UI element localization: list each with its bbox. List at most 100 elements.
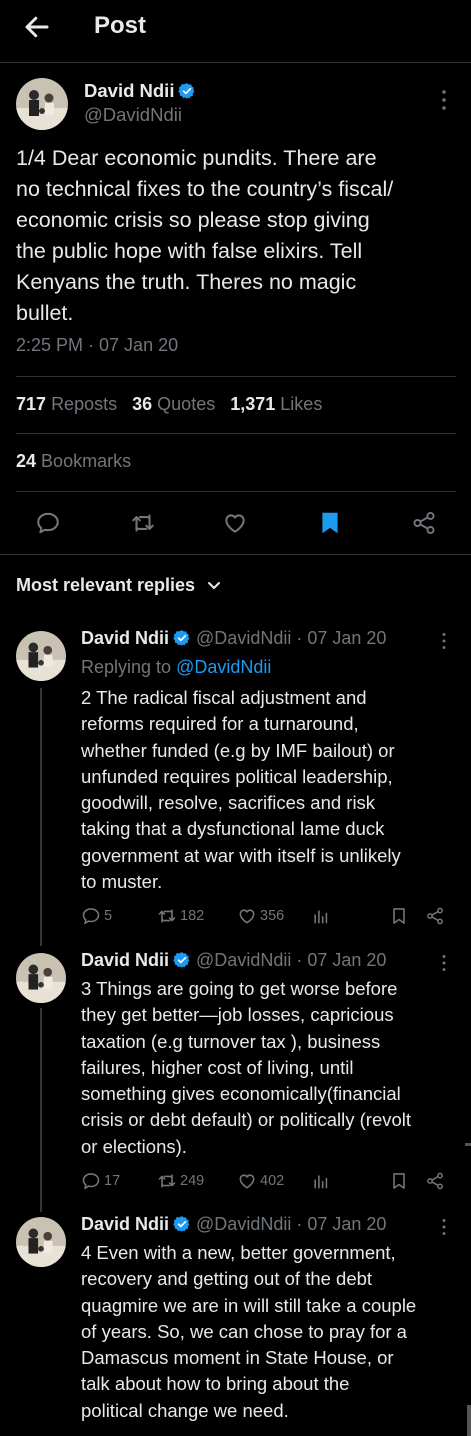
reply-author-handle[interactable]: @DavidNdii <box>196 628 291 648</box>
reply-icon[interactable] <box>35 510 61 536</box>
views-button[interactable] <box>311 1169 331 1193</box>
reply-date[interactable]: · 07 Jan 20 <box>296 1214 386 1234</box>
author-handle[interactable]: @DavidNdii <box>84 104 182 126</box>
reply-text-line: recovery and getting out of the debt <box>81 1268 373 1290</box>
reply-date[interactable]: · 07 Jan 20 <box>296 950 386 970</box>
repost-icon <box>158 909 176 923</box>
scrollbar-thumb[interactable] <box>467 1405 471 1436</box>
author-name[interactable]: David Ndii <box>84 80 174 101</box>
post-stats: 717 Reposts 36 Quotes 1,371 Likes <box>16 394 332 415</box>
reply-text-line: unfunded requires political leadership, <box>81 765 393 787</box>
reply-author-name[interactable]: David Ndii <box>81 1214 169 1234</box>
bookmark-button[interactable] <box>389 1169 409 1193</box>
reply-text: 2 The radical fiscal adjustment and refo… <box>81 685 461 895</box>
reply-button[interactable]: 5 <box>81 904 112 928</box>
reply-text-line: something gives economically(financial <box>81 1083 401 1105</box>
verified-badge-icon <box>173 952 190 968</box>
like-count: 402 <box>260 1173 285 1189</box>
post-text-line: bullet. <box>16 301 74 325</box>
avatar[interactable] <box>16 1217 66 1267</box>
reply-text-line: 3 Things are going to get worse before <box>81 978 398 999</box>
back-arrow-icon[interactable] <box>22 12 52 42</box>
like-icon[interactable] <box>222 510 248 536</box>
reply-text-line: talk about how to bring about the <box>81 1373 350 1395</box>
more-options-icon[interactable] <box>441 632 447 650</box>
reply-text-line: of years. So, we can chose to pray for a <box>81 1320 407 1342</box>
reply-text-line: failures, higher cost of living, until <box>81 1056 354 1078</box>
scrollbar-thumb[interactable] <box>465 1143 471 1146</box>
reply-text-line: political change we need. <box>81 1399 289 1421</box>
reply-header[interactable]: David Ndii @DavidNdii · 07 Jan 20 <box>81 1214 386 1235</box>
reply-author-name[interactable]: David Ndii <box>81 628 169 648</box>
reply-text-line: quagmire we are in will still take a cou… <box>81 1294 417 1316</box>
reply-author-handle[interactable]: @DavidNdii <box>196 950 291 970</box>
like-icon <box>239 909 255 924</box>
post-text-line: economic crisis so please stop giving <box>16 208 370 232</box>
quotes-count: 36 <box>132 394 153 414</box>
avatar[interactable] <box>16 78 68 130</box>
reply-count: 17 <box>104 1173 121 1189</box>
reply-text-line: 4 Even with a new, better government, <box>81 1242 396 1263</box>
post-author[interactable]: David Ndii <box>84 80 196 102</box>
reply-header[interactable]: David Ndii @DavidNdii · 07 Jan 20 <box>81 628 386 649</box>
reposts-stat[interactable]: 717 Reposts <box>16 394 127 414</box>
reply-actions: 17 249 402 <box>81 1169 451 1193</box>
repost-icon[interactable] <box>130 510 156 536</box>
share-button[interactable] <box>425 1169 445 1193</box>
verified-badge-icon <box>173 630 190 646</box>
like-icon <box>239 1174 255 1189</box>
reply-text: 3 Things are going to get worse before t… <box>81 976 461 1160</box>
more-options-icon[interactable] <box>441 1218 447 1236</box>
replying-to-handle[interactable]: @DavidNdii <box>176 657 271 677</box>
quotes-stat[interactable]: 36 Quotes <box>132 394 225 414</box>
more-options-icon[interactable] <box>441 954 447 972</box>
divider <box>0 554 471 555</box>
post-text-line: no technical fixes to the country’s fisc… <box>16 177 394 201</box>
chevron-down-icon <box>208 582 221 589</box>
avatar[interactable] <box>16 631 66 681</box>
divider <box>16 491 456 492</box>
avatar[interactable] <box>16 953 66 1003</box>
share-icon <box>427 1172 443 1190</box>
divider <box>0 62 471 63</box>
replies-sort-dropdown[interactable]: Most relevant replies <box>16 575 222 596</box>
reposts-count: 717 <box>16 394 47 414</box>
reply-author-name[interactable]: David Ndii <box>81 950 169 970</box>
like-button[interactable]: 356 <box>237 904 284 928</box>
like-button[interactable]: 402 <box>237 1169 284 1193</box>
reposts-label: Reposts <box>51 394 118 414</box>
post-text-line: Kenyans the truth. Theres no magic <box>16 270 357 294</box>
more-options-icon[interactable] <box>441 89 447 111</box>
repost-button[interactable]: 249 <box>157 1169 204 1193</box>
reply-author-handle[interactable]: @DavidNdii <box>196 1214 291 1234</box>
bookmark-icon[interactable] <box>317 510 343 536</box>
reply-date[interactable]: · 07 Jan 20 <box>296 628 386 648</box>
post-timestamp[interactable]: 2:25 PM · 07 Jan 20 <box>16 335 178 356</box>
reply-text-line: whether funded (e.g by IMF bailout) or <box>81 739 395 761</box>
share-icon <box>427 907 443 925</box>
reply-header[interactable]: David Ndii @DavidNdii · 07 Jan 20 <box>81 950 386 971</box>
reply-text-line: goodwill, resolve, sacrifices and risk <box>81 792 376 814</box>
share-button[interactable] <box>425 904 445 928</box>
thread-line <box>40 688 42 946</box>
reply-text-line: government at war with itself is unlikel… <box>81 844 401 866</box>
likes-stat[interactable]: 1,371 Likes <box>230 394 332 414</box>
bookmarks-label: Bookmarks <box>41 451 132 471</box>
reply-text-line: crisis or debt default) or politically (… <box>81 1109 412 1131</box>
reply-text-line: taxation (e.g turnover tax ), business <box>81 1030 381 1052</box>
post-text-line: 1/4 Dear economic pundits. There are <box>16 146 377 170</box>
like-count: 356 <box>260 908 285 924</box>
bookmark-button[interactable] <box>389 904 409 928</box>
bookmarks-stat[interactable]: 24 Bookmarks <box>16 451 131 472</box>
reply-text-line: to muster. <box>81 871 163 893</box>
likes-count: 1,371 <box>230 394 276 414</box>
reply-actions: 5 182 356 <box>81 904 451 928</box>
share-icon[interactable] <box>411 510 437 536</box>
reply-button[interactable]: 17 <box>81 1169 120 1193</box>
divider <box>16 433 456 434</box>
reply-text-line: Damascus moment in State House, or <box>81 1347 394 1369</box>
bookmark-icon <box>393 1173 405 1189</box>
reply-count: 5 <box>104 908 113 924</box>
views-button[interactable] <box>311 904 331 928</box>
repost-button[interactable]: 182 <box>157 904 204 928</box>
